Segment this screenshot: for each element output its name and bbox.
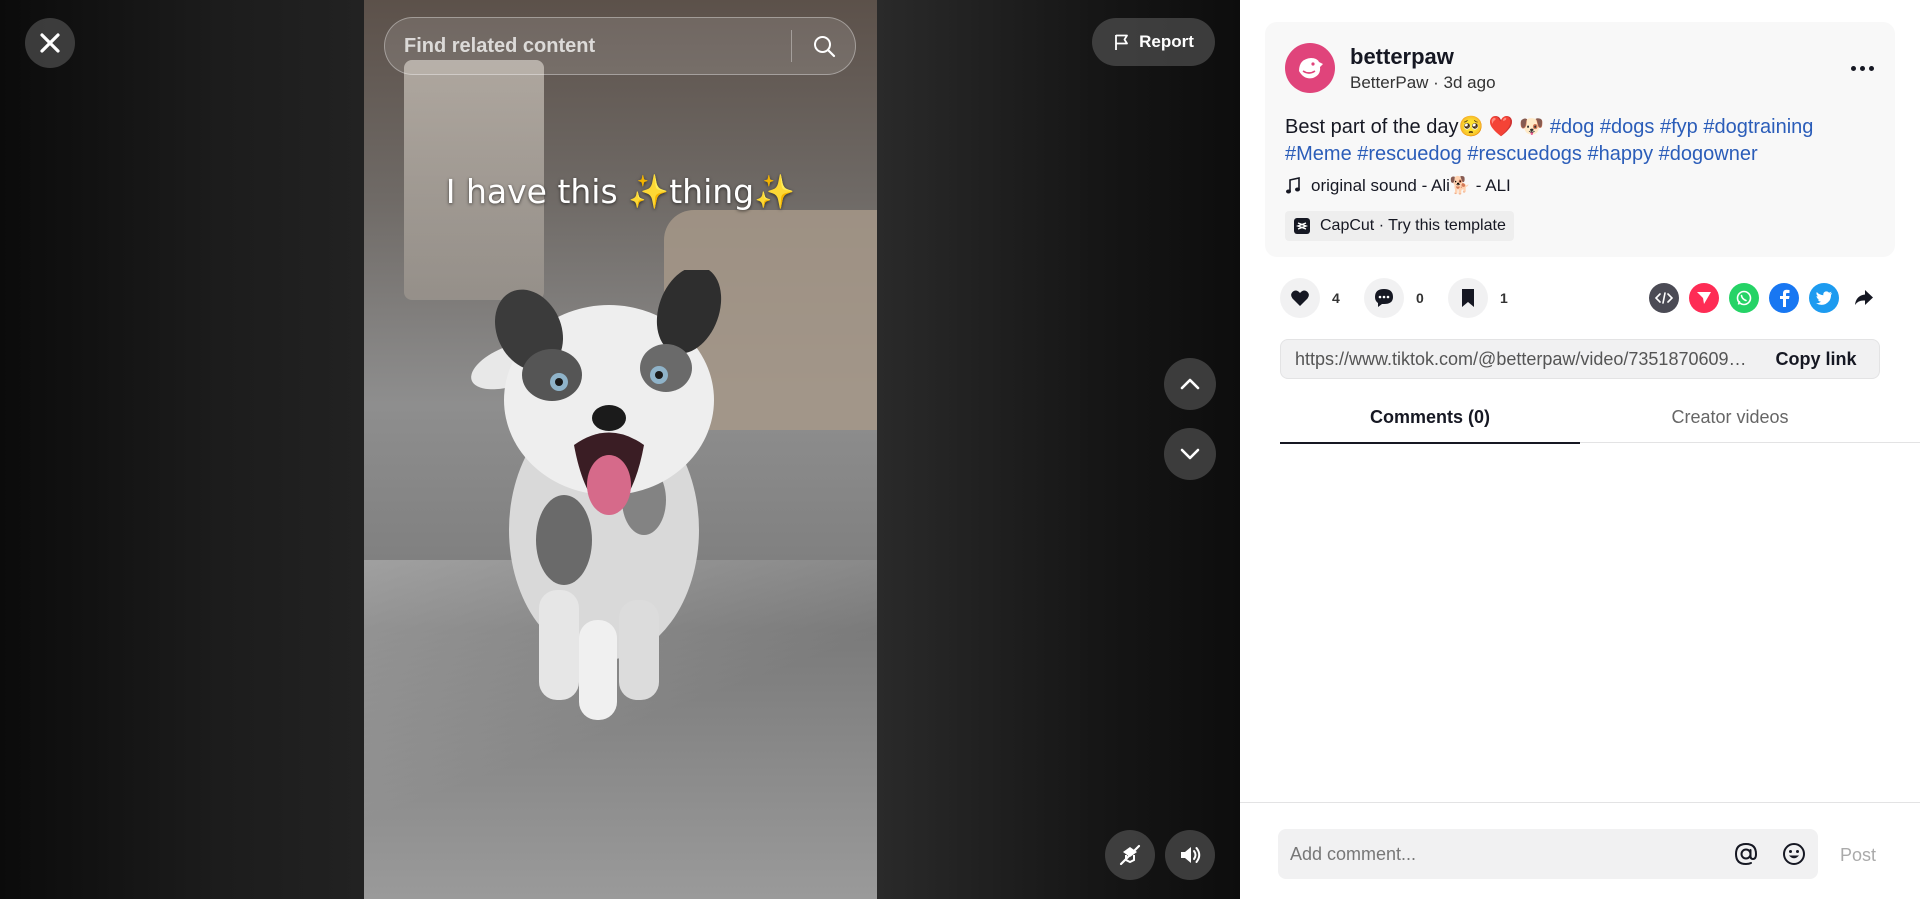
more-dot <box>1868 65 1874 71</box>
mention-button[interactable] <box>1722 829 1770 879</box>
copy-link-button[interactable]: Copy link <box>1753 349 1879 370</box>
next-video-button[interactable] <box>1164 428 1216 480</box>
related-search-bar <box>384 17 856 75</box>
comment-input-wrapper <box>1278 829 1818 879</box>
send-to-friends-button[interactable] <box>1689 283 1719 313</box>
username[interactable]: betterpaw <box>1350 44 1454 70</box>
like-count: 4 <box>1332 290 1340 306</box>
music-note-icon <box>1286 177 1300 194</box>
whatsapp-share-button[interactable] <box>1729 283 1759 313</box>
blurred-background-left <box>0 0 364 899</box>
whatsapp-icon <box>1736 290 1752 306</box>
hashtag-link[interactable]: #rescuedog <box>1357 143 1462 165</box>
save-button[interactable]: 1 <box>1448 278 1510 318</box>
volume-button[interactable] <box>1165 830 1215 880</box>
chevron-down-icon <box>1180 448 1200 460</box>
tab-creator-videos[interactable]: Creator videos <box>1580 400 1880 443</box>
send-to-friends-icon <box>1697 292 1711 304</box>
video-player[interactable]: I have this ✨thing✨ <box>364 0 877 899</box>
save-count: 1 <box>1500 290 1508 306</box>
hashtag-link[interactable]: #dogs <box>1600 116 1655 138</box>
capcut-icon <box>1294 218 1310 234</box>
comment-count: 0 <box>1416 290 1424 306</box>
hashtag-link[interactable]: #fyp <box>1660 116 1698 138</box>
comment-button[interactable]: 0 <box>1364 278 1426 318</box>
related-search-input[interactable] <box>385 18 791 74</box>
emoji-button[interactable] <box>1770 829 1818 879</box>
capcut-label: CapCut · Try this template <box>1320 217 1506 234</box>
hashtag-link[interactable]: #dog <box>1550 116 1595 138</box>
previous-video-button[interactable] <box>1164 358 1216 410</box>
engagement-actions: 4 0 1 <box>1280 278 1532 318</box>
comment-composer: Post <box>1240 802 1920 899</box>
like-circle <box>1280 278 1320 318</box>
display-name[interactable]: BetterPaw <box>1350 73 1428 92</box>
floating-player-off-icon <box>1119 844 1141 866</box>
comment-circle <box>1364 278 1404 318</box>
video-stage: I have this ✨thing✨ Report <box>0 0 1240 899</box>
hashtag-link[interactable]: #dogowner <box>1659 143 1758 165</box>
more-dot <box>1859 65 1865 71</box>
details-panel: betterpaw BetterPaw · 3d ago Best part o… <box>1240 0 1920 899</box>
like-button[interactable]: 4 <box>1280 278 1342 318</box>
description-text: Best part of the day🥺 ❤️ 🐶 <box>1285 116 1550 138</box>
hashtag-link[interactable]: #happy <box>1587 143 1653 165</box>
chevron-up-icon <box>1180 378 1200 390</box>
comment-input[interactable] <box>1278 829 1722 879</box>
more-options-button[interactable] <box>1845 58 1879 78</box>
puppy-illustration <box>471 270 722 720</box>
heart-icon <box>1291 290 1309 306</box>
post-comment-button[interactable]: Post <box>1840 845 1876 866</box>
post-time: 3d ago <box>1443 73 1496 92</box>
bookmark-icon <box>1462 289 1474 307</box>
volume-icon <box>1181 847 1201 863</box>
hashtag-link[interactable]: #rescuedogs <box>1467 143 1582 165</box>
twitter-share-button[interactable] <box>1809 283 1839 313</box>
capcut-template-link[interactable]: CapCut · Try this template <box>1285 211 1514 241</box>
save-circle <box>1448 278 1488 318</box>
avatar[interactable] <box>1285 43 1335 93</box>
floating-player-button[interactable] <box>1105 830 1155 880</box>
search-button[interactable] <box>792 18 855 74</box>
tab-comments[interactable]: Comments (0) <box>1280 400 1580 444</box>
share-options <box>1649 283 1879 313</box>
embed-icon <box>1655 292 1673 304</box>
twitter-icon <box>1816 291 1832 305</box>
comment-bubble-icon <box>1375 289 1393 307</box>
sound-name: original sound - Ali🐕 - ALI <box>1311 176 1511 195</box>
hashtag-link[interactable]: #dogtraining <box>1703 116 1813 138</box>
video-caption: I have this ✨thing✨ <box>445 172 796 211</box>
close-button[interactable] <box>25 18 75 68</box>
at-mention-icon <box>1734 842 1758 866</box>
hashtag-link[interactable]: #Meme <box>1285 143 1352 165</box>
video-link-box: https://www.tiktok.com/@betterpaw/video/… <box>1280 339 1880 379</box>
video-url[interactable]: https://www.tiktok.com/@betterpaw/video/… <box>1281 349 1753 370</box>
more-share-button[interactable] <box>1849 283 1879 313</box>
post-description: Best part of the day🥺 ❤️ 🐶 #dog #dogs #f… <box>1285 114 1875 168</box>
close-icon <box>40 33 60 53</box>
facebook-icon <box>1780 289 1790 307</box>
facebook-share-button[interactable] <box>1769 283 1799 313</box>
betterpaw-logo-icon <box>1299 58 1323 79</box>
emoji-icon <box>1783 843 1805 865</box>
report-label: Report <box>1139 32 1194 51</box>
flag-icon <box>1115 34 1129 50</box>
share-arrow-icon <box>1855 290 1873 305</box>
author-subline: BetterPaw · 3d ago <box>1350 73 1496 93</box>
comment-tabs: Comments (0) Creator videos <box>1280 400 1920 444</box>
post-info-card: betterpaw BetterPaw · 3d ago Best part o… <box>1265 22 1895 257</box>
subline-separator: · <box>1428 73 1444 92</box>
search-icon <box>813 36 835 58</box>
report-button[interactable]: Report <box>1092 18 1215 66</box>
more-dot <box>1850 65 1856 71</box>
embed-button[interactable] <box>1649 283 1679 313</box>
sound-link[interactable]: original sound - Ali🐕 - ALI <box>1285 176 1511 196</box>
